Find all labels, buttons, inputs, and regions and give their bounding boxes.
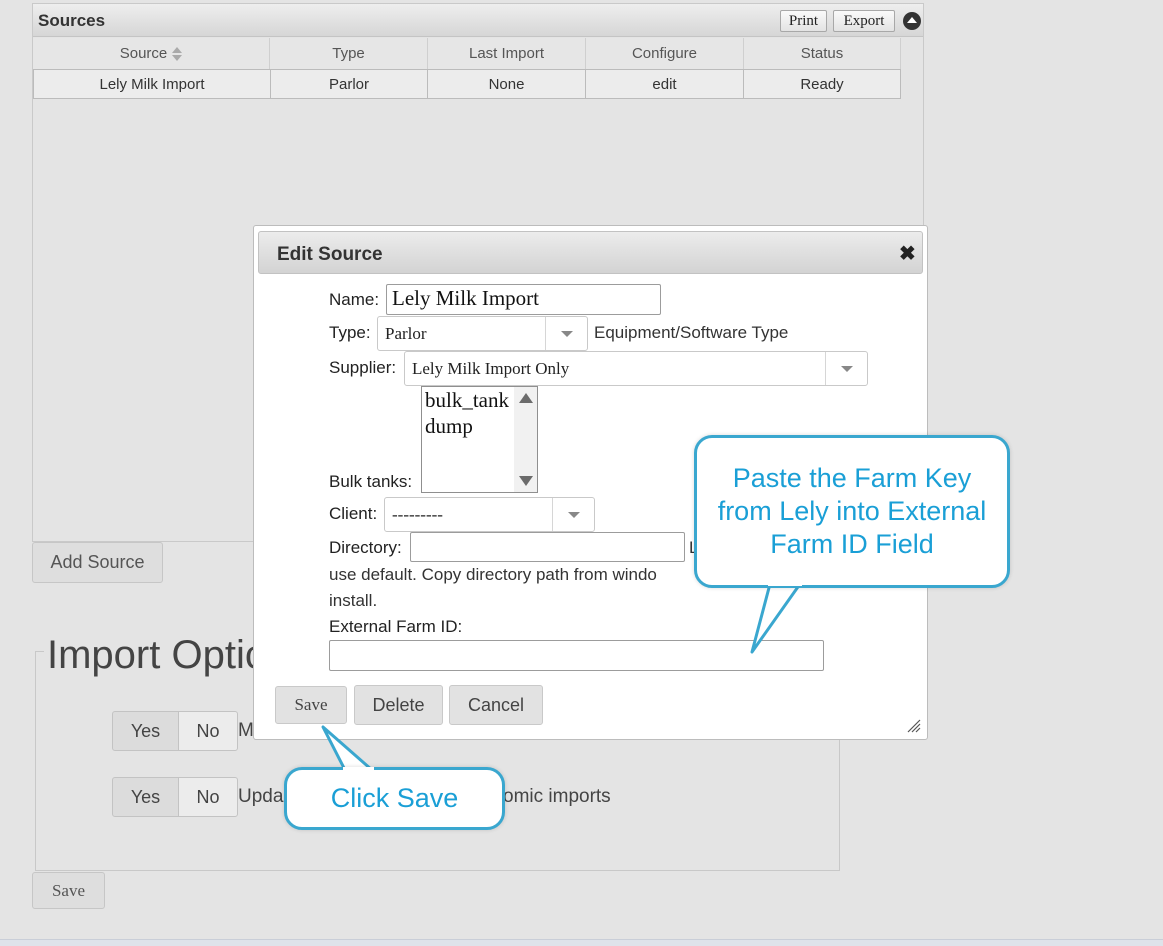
dialog-header: Edit Source ✖ xyxy=(258,231,923,274)
edit-link[interactable]: edit xyxy=(586,69,744,99)
add-source-button[interactable]: Add Source xyxy=(32,542,163,583)
external-farm-id-label: External Farm ID: xyxy=(329,617,463,636)
option-1-yes-toggle[interactable]: Yes xyxy=(112,711,179,751)
cancel-button[interactable]: Cancel xyxy=(449,685,543,725)
column-header-last-import[interactable]: Last Import xyxy=(428,38,586,69)
directory-help-line-2: install. xyxy=(329,591,378,610)
directory-input[interactable] xyxy=(410,532,685,562)
type-hint: Equipment/Software Type xyxy=(594,323,789,342)
column-header-configure[interactable]: Configure xyxy=(586,38,744,69)
close-icon[interactable]: ✖ xyxy=(899,244,916,264)
type-select-value: Parlor xyxy=(385,323,427,343)
name-input[interactable]: Lely Milk Import xyxy=(386,284,661,315)
callout-seam xyxy=(768,580,802,586)
client-select[interactable]: --------- xyxy=(384,497,595,532)
external-farm-id-input[interactable] xyxy=(329,640,824,671)
supplier-label: Supplier: xyxy=(329,358,397,377)
chevron-down-icon xyxy=(545,317,587,350)
click-save-callout: Click Save xyxy=(284,767,505,830)
scroll-up-icon[interactable] xyxy=(519,393,533,403)
table-cell-type: Parlor xyxy=(271,69,428,99)
table-cell-last-import: None xyxy=(428,69,586,99)
listbox-scrollbar[interactable] xyxy=(514,387,537,492)
client-label: Client: xyxy=(329,504,378,523)
dialog-title: Edit Source xyxy=(277,244,383,265)
callout-seam xyxy=(343,767,374,773)
chevron-down-icon xyxy=(825,352,867,385)
column-header-type[interactable]: Type xyxy=(270,38,428,69)
option-2-yes-toggle[interactable]: Yes xyxy=(112,777,179,817)
name-label: Name: xyxy=(329,290,380,309)
list-item[interactable]: dump xyxy=(425,414,473,439)
resize-grip-icon[interactable] xyxy=(905,717,921,733)
export-button[interactable]: Export xyxy=(833,10,895,32)
column-header-source[interactable]: Source xyxy=(33,38,270,69)
bottom-strip xyxy=(0,939,1163,946)
list-item[interactable]: bulk_tank xyxy=(425,388,509,413)
client-select-value: --------- xyxy=(392,504,443,524)
sources-header: Sources Print Export xyxy=(33,4,923,37)
collapse-icon[interactable] xyxy=(903,12,921,30)
type-label: Type: xyxy=(329,323,371,342)
sort-icon xyxy=(172,46,183,61)
option-2-label: Upda xyxy=(238,786,284,807)
bulk-tanks-label: Bulk tanks: xyxy=(329,472,413,491)
option-1-no-toggle[interactable]: No xyxy=(178,711,238,751)
table-cell-source: Lely Milk Import xyxy=(33,69,271,99)
import-options-legend: Import Optic xyxy=(44,633,268,678)
directory-help-line-1: use default. Copy directory path from wi… xyxy=(329,565,657,584)
directory-label: Directory: xyxy=(329,538,402,557)
table-cell-status: Ready xyxy=(744,69,901,99)
option-2-no-toggle[interactable]: No xyxy=(178,777,238,817)
print-button[interactable]: Print xyxy=(780,10,827,32)
supplier-select[interactable]: Lely Milk Import Only xyxy=(404,351,868,386)
scroll-down-icon[interactable] xyxy=(519,476,533,486)
page-save-button[interactable]: Save xyxy=(32,872,105,909)
farm-key-callout: Paste the Farm Key from Lely into Extern… xyxy=(694,435,1010,588)
column-header-status[interactable]: Status xyxy=(744,38,901,69)
supplier-select-value: Lely Milk Import Only xyxy=(412,358,570,378)
type-select[interactable]: Parlor xyxy=(377,316,588,351)
sources-title: Sources xyxy=(38,11,106,30)
delete-button[interactable]: Delete xyxy=(354,685,443,725)
chevron-down-icon xyxy=(552,498,594,531)
option-2-label-tail: omic imports xyxy=(503,786,611,807)
option-1-label: M xyxy=(238,720,254,741)
save-button[interactable]: Save xyxy=(275,686,347,724)
bulk-tanks-listbox[interactable]: bulk_tank dump xyxy=(421,386,538,493)
